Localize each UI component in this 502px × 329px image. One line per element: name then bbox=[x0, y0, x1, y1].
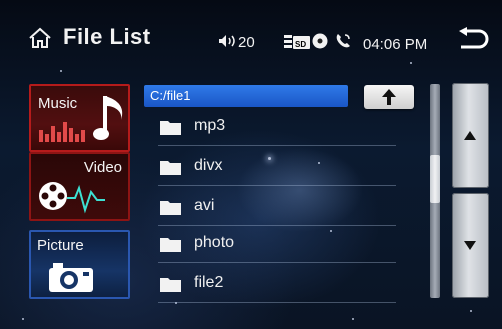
source-tab-label: Picture bbox=[37, 237, 84, 254]
list-item[interactable]: avi bbox=[144, 188, 396, 226]
list-item[interactable]: divx bbox=[144, 148, 396, 186]
file-list-screen: File List 20 SD 04:06 PM Music Video Pic… bbox=[0, 0, 502, 329]
sd-card-icon: SD bbox=[284, 35, 310, 49]
folder-icon bbox=[160, 121, 181, 135]
list-item[interactable]: photo bbox=[144, 225, 396, 263]
folder-name: file2 bbox=[194, 274, 224, 291]
scroll-down-button[interactable] bbox=[452, 193, 489, 298]
film-reel-icon bbox=[39, 182, 105, 214]
home-icon[interactable] bbox=[28, 26, 52, 50]
star bbox=[352, 318, 354, 320]
folder-name: mp3 bbox=[194, 117, 226, 134]
page-title: File List bbox=[63, 24, 151, 49]
source-tab-music[interactable]: Music bbox=[29, 84, 130, 152]
divider bbox=[158, 145, 396, 146]
svg-text:SD: SD bbox=[295, 40, 306, 49]
current-path: C:/file1 bbox=[144, 85, 348, 107]
list-item[interactable]: mp3 bbox=[144, 108, 396, 146]
status-header: File List 20 SD 04:06 PM bbox=[0, 0, 502, 66]
star bbox=[60, 70, 62, 72]
divider bbox=[158, 302, 396, 303]
phone-icon bbox=[336, 34, 350, 48]
equalizer-icon bbox=[39, 122, 85, 142]
folder-name: avi bbox=[194, 197, 215, 214]
path-text: C:/file1 bbox=[150, 88, 191, 103]
folder-icon bbox=[160, 161, 181, 175]
clock: 04:06 PM bbox=[363, 36, 428, 53]
music-note-icon bbox=[93, 96, 123, 140]
source-tab-picture[interactable]: Picture bbox=[29, 230, 130, 299]
parent-folder-button[interactable] bbox=[364, 85, 414, 109]
camera-icon bbox=[49, 263, 93, 292]
volume-level: 20 bbox=[238, 34, 255, 51]
folder-icon bbox=[160, 278, 181, 292]
divider bbox=[158, 262, 396, 263]
star bbox=[22, 318, 24, 320]
scrollbar-thumb[interactable] bbox=[430, 155, 440, 203]
folder-icon bbox=[160, 238, 181, 252]
back-icon[interactable] bbox=[455, 27, 489, 49]
triangle-down-icon bbox=[464, 241, 476, 250]
disc-icon bbox=[312, 33, 328, 49]
folder-icon bbox=[160, 201, 181, 215]
list-item[interactable]: file2 bbox=[144, 265, 396, 303]
triangle-up-icon bbox=[464, 131, 476, 140]
star bbox=[470, 310, 472, 312]
source-tab-video[interactable]: Video bbox=[29, 152, 130, 221]
source-tab-label: Music bbox=[38, 95, 78, 112]
source-tab-label: Video bbox=[83, 159, 122, 176]
speaker-icon bbox=[219, 35, 235, 47]
folder-name: photo bbox=[194, 234, 235, 251]
folder-name: divx bbox=[194, 157, 223, 174]
divider bbox=[158, 185, 396, 186]
arrow-up-icon bbox=[382, 89, 396, 105]
scroll-up-button[interactable] bbox=[452, 83, 489, 188]
